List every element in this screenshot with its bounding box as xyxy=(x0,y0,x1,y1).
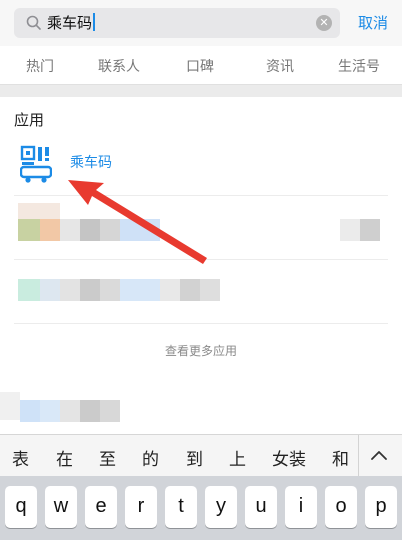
text-caret xyxy=(93,13,96,31)
keyboard: q w e r t y u i o p xyxy=(0,476,402,540)
cancel-button[interactable]: 取消 xyxy=(358,12,388,33)
blurred-image xyxy=(40,219,60,241)
qr-bus-icon xyxy=(20,145,52,183)
candidate-word[interactable]: 到 xyxy=(186,445,203,470)
search-box[interactable]: 乘车码 ✕ xyxy=(14,8,340,38)
app-result-item[interactable]: 乘车码 xyxy=(0,137,402,193)
candidate-word[interactable]: 表 xyxy=(12,445,29,470)
app-name: 乘车码 xyxy=(70,155,112,171)
blurred-image xyxy=(160,279,180,301)
blurred-image xyxy=(100,400,120,422)
key-t[interactable]: t xyxy=(165,486,197,528)
blurred-image xyxy=(60,219,80,241)
blurred-image xyxy=(0,392,20,420)
key-u[interactable]: u xyxy=(245,486,277,528)
blurred-image xyxy=(80,279,100,301)
divider xyxy=(14,259,388,260)
blurred-image xyxy=(80,219,100,241)
key-i[interactable]: i xyxy=(285,486,317,528)
blurred-image xyxy=(120,279,160,301)
blurred-image xyxy=(18,279,40,301)
blurred-image xyxy=(340,219,360,241)
search-query: 乘车码 xyxy=(47,14,93,32)
search-input[interactable]: 乘车码 xyxy=(47,13,96,33)
blurred-image xyxy=(40,279,60,301)
candidate-word[interactable]: 女装 xyxy=(272,445,306,470)
key-o[interactable]: o xyxy=(325,486,357,528)
candidate-word[interactable]: 的 xyxy=(142,445,159,470)
candidate-bar: 表 在 至 的 到 上 女装 和 xyxy=(0,434,402,477)
key-e[interactable]: e xyxy=(85,486,117,528)
blurred-image xyxy=(18,219,40,241)
key-q[interactable]: q xyxy=(5,486,37,528)
blurred-image xyxy=(120,219,160,241)
tab-news[interactable]: 资讯 xyxy=(266,56,294,76)
chevron-up-icon[interactable] xyxy=(370,449,388,461)
divider xyxy=(14,323,388,324)
blurred-image xyxy=(100,279,120,301)
candidate-word[interactable]: 和 xyxy=(332,445,349,470)
section-title: 应用 xyxy=(14,111,45,129)
blurred-image xyxy=(80,400,100,422)
candidate-word[interactable]: 上 xyxy=(229,445,246,470)
divider xyxy=(14,195,388,196)
clear-icon[interactable]: ✕ xyxy=(316,15,332,31)
category-tabs: 热门 联系人 口碑 资讯 生活号 xyxy=(0,46,402,85)
divider xyxy=(358,435,359,477)
key-w[interactable]: w xyxy=(45,486,77,528)
candidate-word[interactable]: 在 xyxy=(56,445,73,470)
tab-life-account[interactable]: 生活号 xyxy=(338,56,380,76)
result-section xyxy=(0,378,402,434)
tab-koubei[interactable]: 口碑 xyxy=(186,56,214,76)
key-p[interactable]: p xyxy=(365,486,397,528)
blurred-image xyxy=(40,400,60,422)
blurred-image xyxy=(20,400,40,422)
apps-section: 应用 乘车码 查看更多应用 xyxy=(0,97,402,378)
search-icon xyxy=(26,15,41,30)
key-y[interactable]: y xyxy=(205,486,237,528)
blurred-image xyxy=(100,219,120,241)
tab-hot[interactable]: 热门 xyxy=(26,56,54,76)
view-more-apps-link[interactable]: 查看更多应用 xyxy=(0,342,402,359)
candidate-word[interactable]: 至 xyxy=(99,445,116,470)
tab-contacts[interactable]: 联系人 xyxy=(98,56,140,76)
blurred-image xyxy=(60,400,80,422)
blurred-image xyxy=(180,279,200,301)
key-r[interactable]: r xyxy=(125,486,157,528)
blurred-image xyxy=(360,219,380,241)
search-bar: 乘车码 ✕ 取消 xyxy=(0,0,402,46)
blurred-image xyxy=(200,279,220,301)
blurred-image xyxy=(60,279,80,301)
